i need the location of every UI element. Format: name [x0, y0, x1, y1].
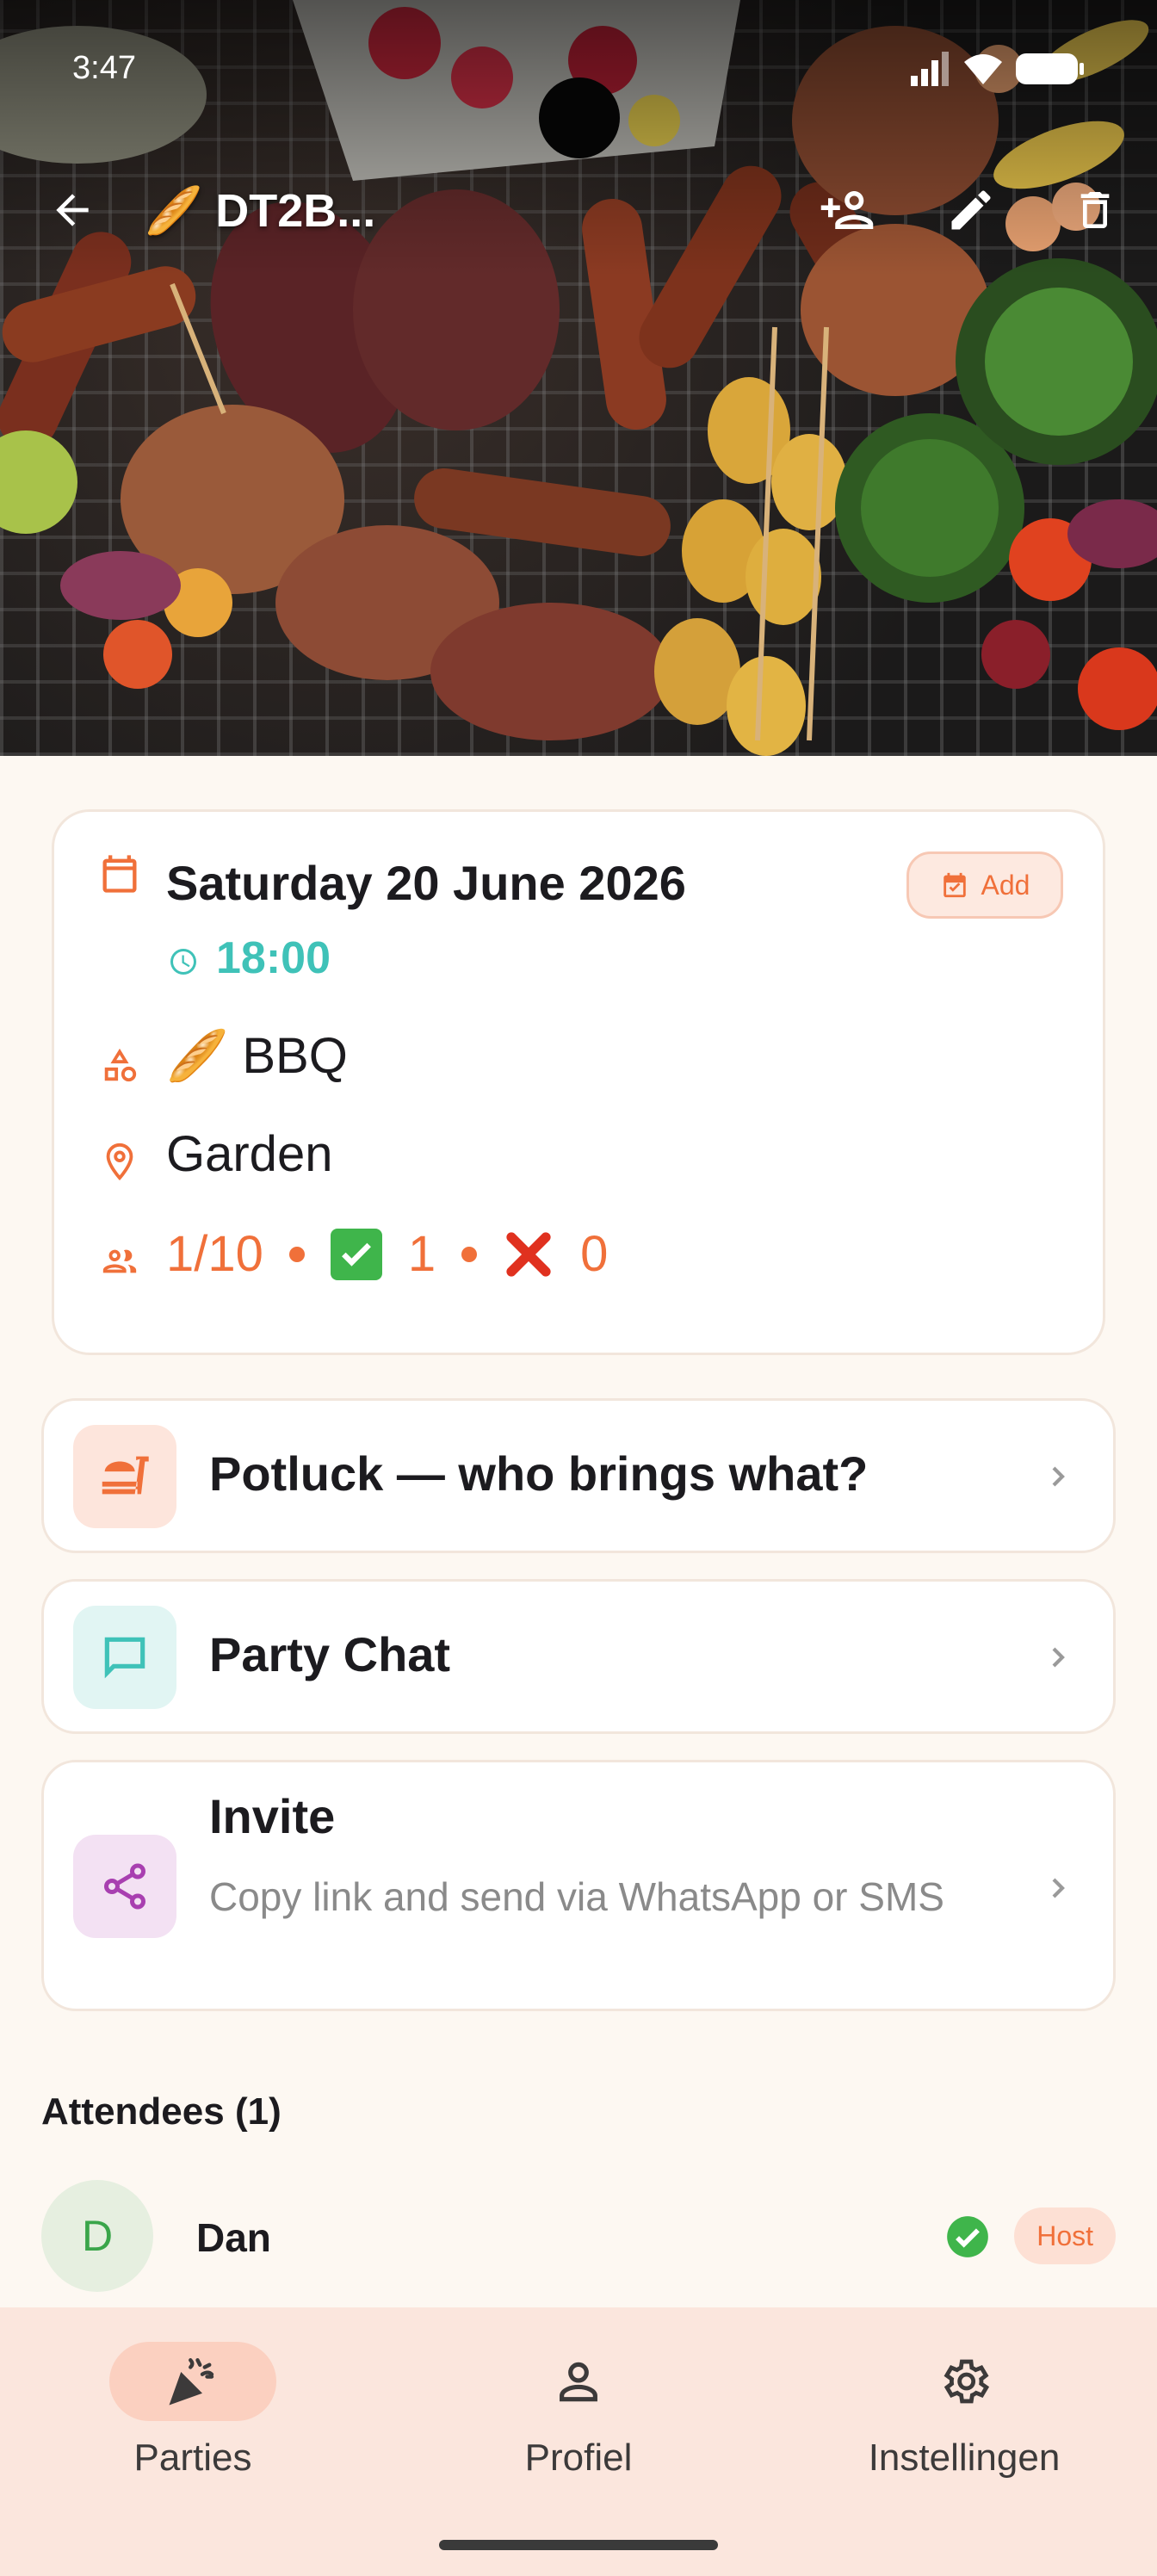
bottom-navigation: Parties Profiel Instellingen	[0, 2307, 1157, 2576]
category-icon	[97, 1043, 142, 1087]
camera-cutout	[539, 77, 620, 158]
share-icon	[73, 1835, 176, 1938]
nav-item-parties[interactable]: Parties	[12, 2342, 374, 2514]
status-icons	[909, 52, 1085, 86]
chevron-right-icon	[1052, 1647, 1065, 1668]
food-icon	[73, 1425, 176, 1528]
nav-item-instellingen[interactable]: Instellingen	[783, 2342, 1145, 2514]
add-person-icon	[820, 191, 874, 229]
chevron-right-icon	[1052, 1466, 1065, 1487]
calendar-icon	[97, 851, 142, 896]
declined-count: 0	[580, 1226, 609, 1282]
attendee-row[interactable]: D Dan Host	[41, 2180, 1116, 2292]
invite-row[interactable]: Invite Copy link and send via WhatsApp o…	[41, 1760, 1116, 2011]
page-title: 🥖 DT2B...	[145, 185, 376, 237]
party-chat-title: Party Chat	[209, 1627, 451, 1681]
add-to-calendar-button[interactable]: Add	[906, 851, 1063, 919]
avatar: D	[41, 2180, 153, 2292]
invite-subtitle: Copy link and send via WhatsApp or SMS	[209, 1874, 944, 1919]
trash-icon	[1080, 192, 1110, 228]
event-details-card: Saturday 20 June 2026 18:00 Add 🥖 BBQ Ga…	[52, 809, 1105, 1355]
rsvp-stats: 1/10 1 0	[166, 1225, 608, 1283]
calendar-add-icon	[943, 872, 966, 898]
status-bar: 3:47	[0, 34, 1157, 158]
gear-icon	[944, 2359, 990, 2404]
attendees-heading: Attendees (1)	[41, 2090, 282, 2133]
edit-button[interactable]	[937, 176, 1005, 245]
wifi-icon	[964, 54, 1002, 84]
event-time: 18:00	[216, 933, 331, 983]
event-date: Saturday 20 June 2026	[166, 856, 686, 910]
add-attendee-button[interactable]	[813, 176, 882, 245]
back-button[interactable]	[38, 176, 107, 245]
top-app-bar: 🥖 DT2B...	[0, 172, 1157, 250]
nav-pill	[881, 2342, 1048, 2421]
add-to-calendar-label: Add	[981, 869, 1030, 901]
nav-label-parties: Parties	[133, 2437, 252, 2479]
accepted-count: 1	[407, 1226, 436, 1282]
attendee-name: Dan	[196, 2215, 271, 2260]
delete-button[interactable]	[1061, 176, 1129, 245]
chat-bubble-icon	[73, 1606, 176, 1709]
event-type: 🥖 BBQ	[166, 1028, 348, 1084]
location-pin-icon	[97, 1139, 142, 1184]
chevron-right-icon	[1052, 1878, 1065, 1898]
nav-label-profiel: Profiel	[524, 2437, 633, 2479]
people-icon	[97, 1239, 142, 1284]
attending-count: 1/10	[166, 1226, 263, 1282]
nav-pill-active	[109, 2342, 276, 2421]
home-indicator[interactable]	[439, 2540, 718, 2550]
event-location: Garden	[166, 1126, 333, 1182]
party-popper-icon	[169, 2358, 214, 2406]
potluck-title: Potluck — who brings what?	[209, 1446, 869, 1501]
person-icon	[560, 2362, 597, 2402]
cross-mark-icon	[503, 1229, 554, 1280]
separator-dot	[288, 1246, 305, 1262]
signal-icon	[911, 52, 949, 86]
clock-icon	[166, 944, 201, 979]
confirmed-check-icon	[947, 2216, 988, 2257]
status-time: 3:47	[72, 50, 136, 86]
edit-pencil-icon	[951, 190, 991, 230]
nav-pill	[495, 2342, 662, 2421]
potluck-row[interactable]: Potluck — who brings what?	[41, 1398, 1116, 1553]
host-badge: Host	[1014, 2208, 1116, 2264]
separator-dot	[461, 1246, 478, 1262]
back-arrow-icon	[56, 194, 89, 226]
invite-title: Invite	[209, 1789, 336, 1843]
nav-item-profiel[interactable]: Profiel	[398, 2342, 759, 2514]
party-chat-row[interactable]: Party Chat	[41, 1579, 1116, 1734]
check-mark-icon	[330, 1228, 382, 1280]
battery-icon	[1016, 53, 1084, 84]
nav-label-instellingen: Instellingen	[868, 2437, 1061, 2479]
